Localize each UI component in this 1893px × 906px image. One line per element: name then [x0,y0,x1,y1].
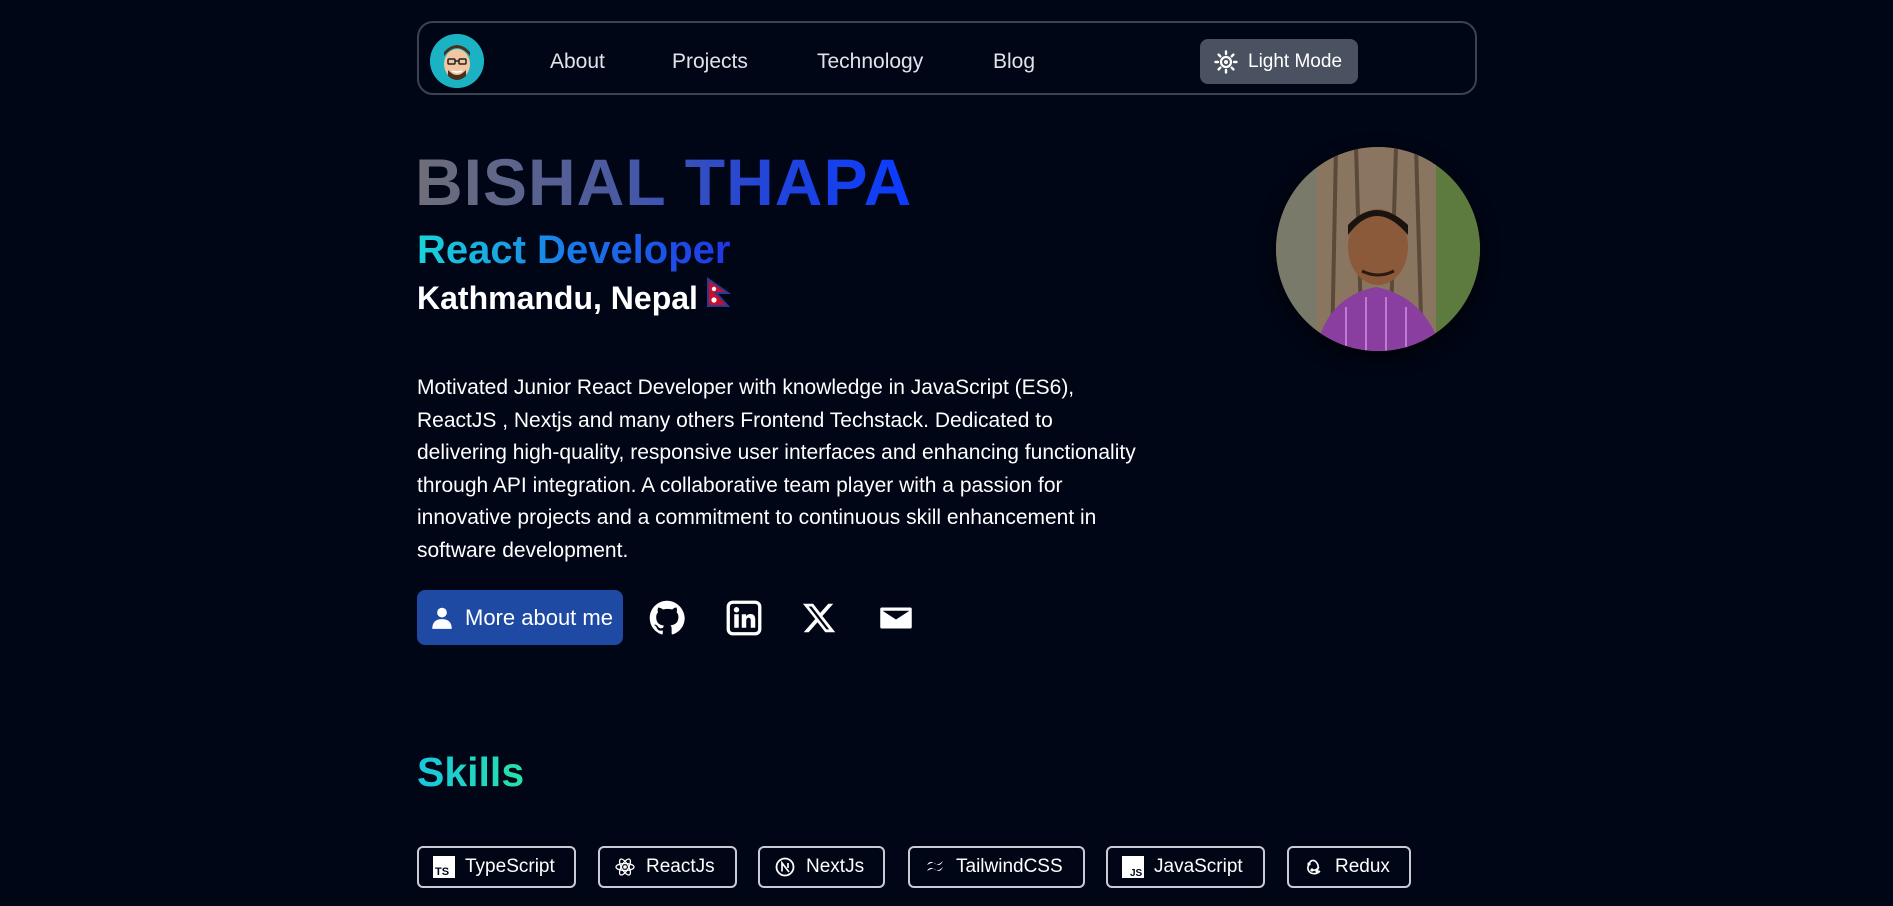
hero-bio: Motivated Junior React Developer with kn… [417,376,1136,562]
skill-label: TailwindCSS [956,856,1063,877]
nav-link-about[interactable]: About [550,50,605,74]
mail-icon[interactable] [878,600,914,636]
sun-icon [1214,49,1238,74]
react-icon [614,856,636,878]
more-about-me-label: More about me [465,604,613,630]
skill-label: NextJs [806,856,865,877]
skill-chip-tailwindcss[interactable]: TailwindCSS [908,846,1085,888]
more-about-me-button[interactable]: More about me [417,590,623,645]
skills-heading: Skills [417,749,525,795]
profile-photo-image [1276,147,1480,351]
nepal-flag-icon [706,277,732,318]
skill-chip-typescript[interactable]: TS TypeScript [417,846,576,888]
location-text: Kathmandu, Nepal [417,279,698,316]
hero-role: React Developer [417,228,731,272]
nav-link-projects[interactable]: Projects [672,50,748,74]
linkedin-icon[interactable] [726,600,762,636]
light-mode-label: Light Mode [1248,50,1343,72]
cartoon-avatar-icon [430,34,484,88]
svg-text:JS: JS [1130,868,1143,878]
person-icon [432,607,452,629]
typescript-icon: TS [433,856,455,878]
skill-label: JavaScript [1154,856,1243,877]
skill-chip-reactjs[interactable]: ReactJs [598,846,737,888]
github-icon[interactable] [649,600,685,636]
nav-link-technology[interactable]: Technology [817,50,923,74]
light-mode-toggle-button[interactable]: Light Mode [1200,39,1358,84]
skill-chip-nextjs[interactable]: NextJs [758,846,885,888]
skill-label: Redux [1335,856,1390,877]
hero-name: BISHAL THAPA [415,145,913,219]
tailwind-icon [924,856,946,878]
nav-link-blog[interactable]: Blog [993,50,1035,74]
top-navbar: About Projects Technology Blog Light Mod… [417,21,1477,95]
profile-photo [1276,147,1480,351]
skill-chip-javascript[interactable]: JS JavaScript [1106,846,1265,888]
avatar-logo[interactable] [430,34,484,88]
x-icon[interactable] [801,600,837,636]
skill-label: ReactJs [646,856,715,877]
nextjs-icon [774,856,796,878]
skill-label: TypeScript [465,856,555,877]
hero-location: Kathmandu, Nepal [417,277,732,318]
redux-icon [1303,856,1325,878]
skill-chip-redux[interactable]: Redux [1287,846,1411,888]
svg-text:TS: TS [435,866,449,878]
javascript-icon: JS [1122,856,1144,878]
